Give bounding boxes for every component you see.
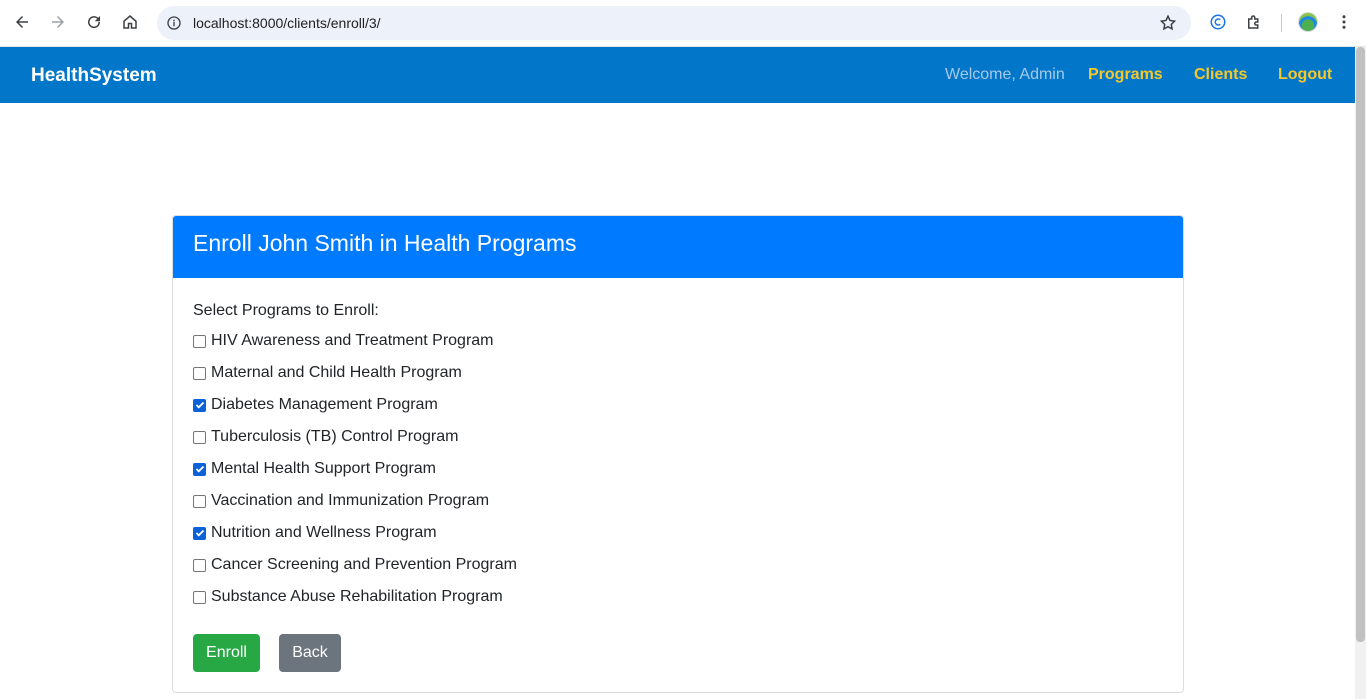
program-label: Nutrition and Wellness Program xyxy=(211,524,437,541)
program-option[interactable]: Cancer Screening and Prevention Program xyxy=(193,555,517,575)
back-arrow-icon[interactable] xyxy=(8,8,36,36)
forward-arrow-icon[interactable] xyxy=(44,8,72,36)
bookmark-star-icon[interactable] xyxy=(1159,14,1177,32)
program-label: Diabetes Management Program xyxy=(211,396,438,413)
scrollbar-thumb[interactable] xyxy=(1356,47,1365,642)
profile-avatar-icon[interactable] xyxy=(1298,12,1318,32)
browser-toolbar: localhost:8000/clients/enroll/3/ xyxy=(0,0,1366,47)
checkbox[interactable] xyxy=(193,494,206,508)
program-option[interactable]: Mental Health Support Program xyxy=(193,459,436,479)
nav-link-clients[interactable]: Clients xyxy=(1194,66,1247,84)
checkbox[interactable] xyxy=(193,366,206,380)
extension-c-icon[interactable] xyxy=(1204,8,1232,36)
program-label: Maternal and Child Health Program xyxy=(211,364,462,381)
navbar: HealthSystem Welcome, Admin Programs Cli… xyxy=(0,47,1355,103)
site-info-icon[interactable] xyxy=(165,14,183,32)
nav-link-logout[interactable]: Logout xyxy=(1278,66,1332,84)
extensions-puzzle-icon[interactable] xyxy=(1240,8,1268,36)
program-option[interactable]: Maternal and Child Health Program xyxy=(193,363,462,383)
checkbox[interactable] xyxy=(193,430,206,444)
program-option[interactable]: Diabetes Management Program xyxy=(193,395,438,415)
program-option[interactable]: Nutrition and Wellness Program xyxy=(193,523,437,543)
nav-link-programs[interactable]: Programs xyxy=(1088,66,1163,84)
program-label: Tuberculosis (TB) Control Program xyxy=(211,428,459,445)
address-bar[interactable]: localhost:8000/clients/enroll/3/ xyxy=(157,6,1191,40)
program-option[interactable]: HIV Awareness and Treatment Program xyxy=(193,331,494,351)
program-label: Substance Abuse Rehabilitation Program xyxy=(211,588,503,605)
home-icon[interactable] xyxy=(116,8,144,36)
back-button[interactable]: Back xyxy=(279,634,341,672)
program-option[interactable]: Tuberculosis (TB) Control Program xyxy=(193,427,458,447)
checkbox-checked[interactable] xyxy=(193,398,206,412)
program-option[interactable]: Vaccination and Immunization Program xyxy=(193,491,489,511)
program-label: Cancer Screening and Prevention Program xyxy=(211,556,517,573)
welcome-text: Welcome, Admin xyxy=(945,66,1065,83)
url-text: localhost:8000/clients/enroll/3/ xyxy=(193,15,381,31)
card-title: Enroll John Smith in Health Programs xyxy=(193,230,577,256)
program-label: HIV Awareness and Treatment Program xyxy=(211,332,494,349)
menu-kebab-icon[interactable] xyxy=(1330,8,1358,36)
program-option[interactable]: Substance Abuse Rehabilitation Program xyxy=(193,587,503,607)
checkbox-checked[interactable] xyxy=(193,526,206,540)
toolbar-separator xyxy=(1281,14,1282,32)
select-programs-label: Select Programs to Enroll: xyxy=(193,302,379,319)
program-label: Vaccination and Immunization Program xyxy=(211,492,490,509)
enroll-button[interactable]: Enroll xyxy=(193,634,260,672)
reload-icon[interactable] xyxy=(80,8,108,36)
checkbox[interactable] xyxy=(193,334,206,348)
checkbox[interactable] xyxy=(193,590,206,604)
checkbox-checked[interactable] xyxy=(193,462,206,476)
enroll-card: Enroll John Smith in Health Programs Sel… xyxy=(172,215,1184,693)
program-label: Mental Health Support Program xyxy=(211,460,436,477)
brand-logo[interactable]: HealthSystem xyxy=(31,65,157,87)
checkbox[interactable] xyxy=(193,558,206,572)
card-header: Enroll John Smith in Health Programs xyxy=(173,216,1183,278)
